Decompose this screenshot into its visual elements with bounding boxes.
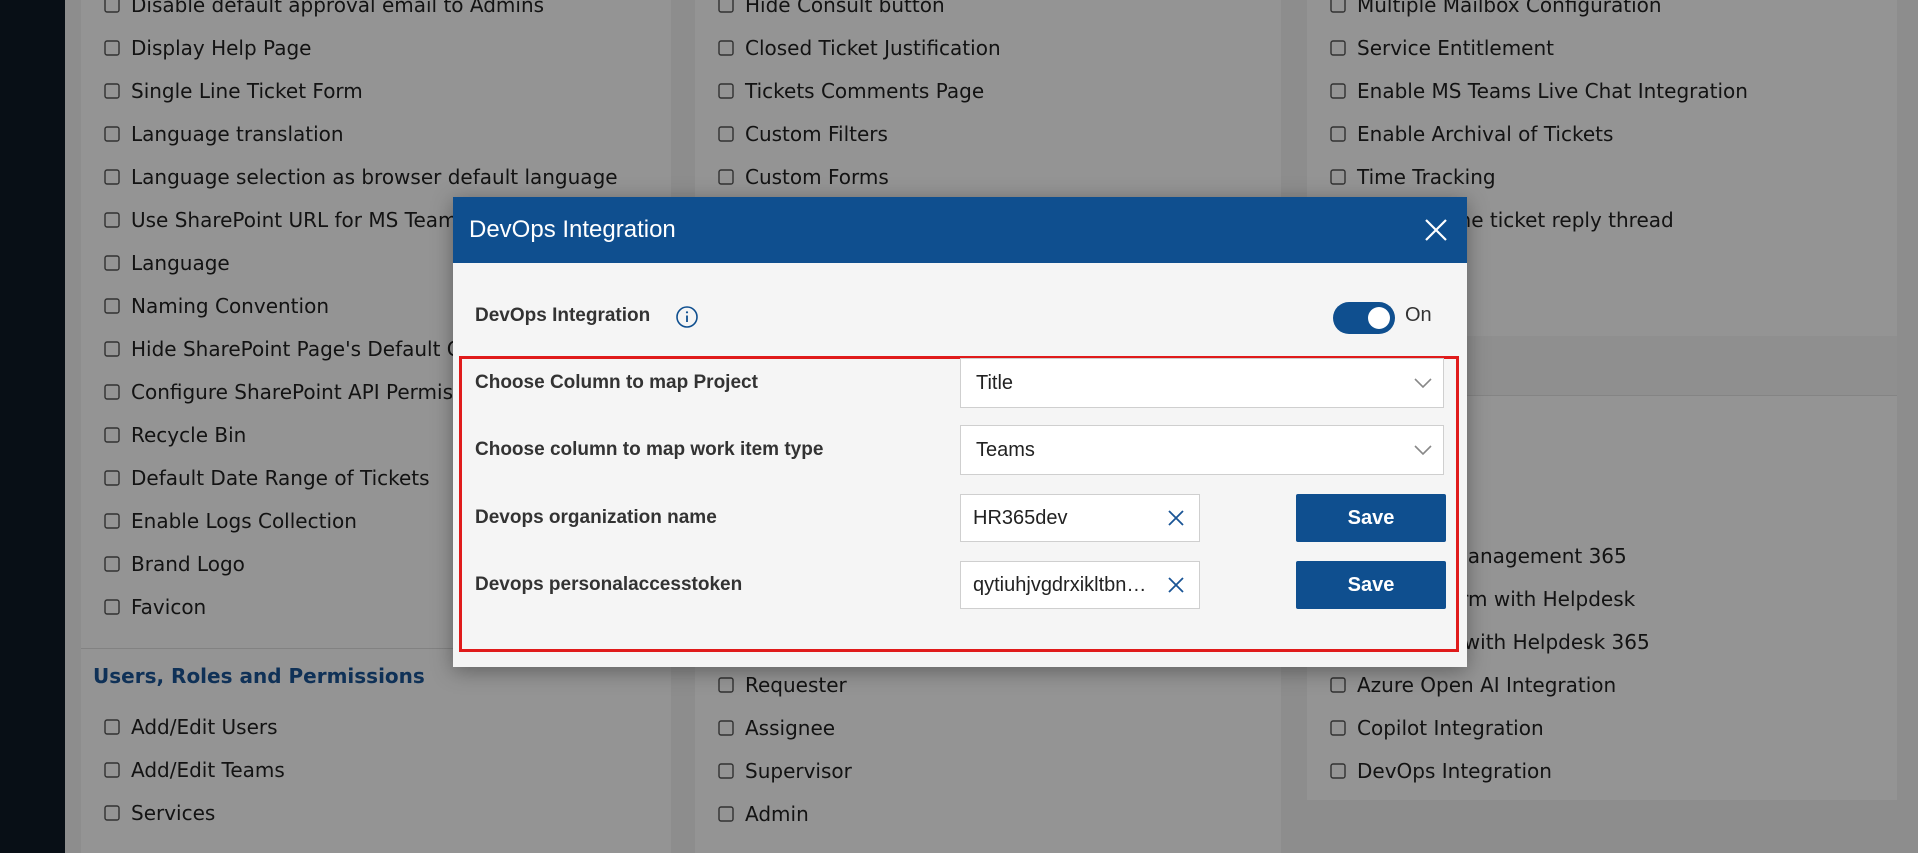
org-name-value: HR365dev — [973, 506, 1068, 529]
clear-icon[interactable] — [1165, 574, 1187, 596]
project-column-value: Title — [976, 371, 1014, 394]
clear-icon[interactable] — [1165, 507, 1187, 529]
token-input[interactable]: qytiuhjvgdrxikltbnmv — [960, 561, 1200, 609]
close-icon — [1425, 219, 1447, 241]
project-column-label: Choose Column to map Project — [475, 372, 758, 393]
dialog-title: DevOps Integration — [469, 216, 676, 243]
token-value: qytiuhjvgdrxikltbnmv — [973, 573, 1148, 596]
save-token-button[interactable]: Save — [1296, 561, 1446, 609]
devops-toggle-switch[interactable] — [1333, 302, 1395, 334]
close-button[interactable] — [1419, 213, 1453, 247]
devops-toggle-label: DevOps Integration — [475, 305, 651, 326]
token-label: Devops personalaccesstoken — [475, 574, 743, 595]
devops-integration-dialog: DevOps Integration DevOps Integration On… — [453, 197, 1467, 667]
chevron-down-icon — [1414, 445, 1432, 456]
worktype-column-value: Teams — [976, 438, 1035, 461]
org-name-input[interactable]: HR365dev — [960, 494, 1200, 542]
dialog-header: DevOps Integration — [453, 197, 1467, 263]
toggle-knob — [1368, 307, 1390, 329]
org-name-label: Devops organization name — [475, 507, 717, 528]
project-column-select[interactable]: Title — [960, 358, 1444, 408]
worktype-column-label: Choose column to map work item type — [475, 439, 824, 460]
worktype-column-select[interactable]: Teams — [960, 425, 1444, 475]
save-org-button[interactable]: Save — [1296, 494, 1446, 542]
chevron-down-icon — [1414, 378, 1432, 389]
info-icon[interactable] — [675, 305, 699, 329]
toggle-state-label: On — [1405, 304, 1432, 326]
